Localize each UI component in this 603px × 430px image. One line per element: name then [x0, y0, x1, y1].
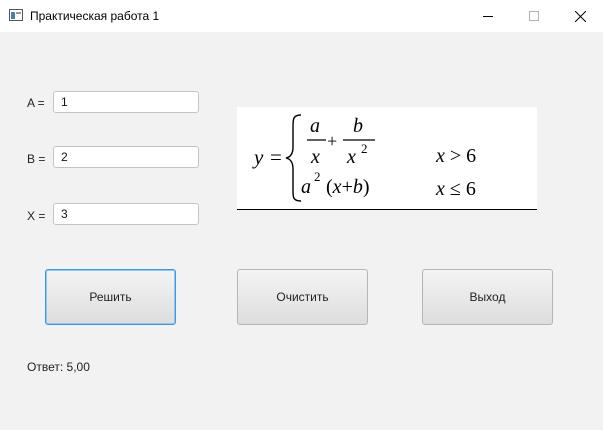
answer-value: 5,00 — [66, 360, 90, 374]
app-icon — [9, 9, 23, 21]
input-b[interactable] — [53, 146, 199, 168]
input-x[interactable] — [53, 203, 199, 225]
svg-text:+: + — [327, 131, 337, 151]
answer-line: Ответ: 5,00 — [27, 360, 90, 374]
close-button[interactable] — [557, 0, 603, 32]
label-a: A = — [27, 96, 45, 110]
svg-text:2: 2 — [361, 141, 368, 156]
svg-text:(x+b): (x+b) — [326, 176, 370, 198]
svg-text:a: a — [310, 115, 320, 137]
svg-text:2: 2 — [314, 169, 321, 184]
svg-text:x: x — [310, 146, 320, 168]
label-x: X = — [27, 209, 46, 223]
clear-button[interactable]: Очистить — [237, 269, 368, 325]
solve-button[interactable]: Решить — [45, 269, 176, 325]
svg-text:x > 6: x > 6 — [435, 145, 476, 167]
minimize-icon — [483, 16, 493, 17]
title-bar: Практическая работа 1 — [0, 0, 603, 32]
maximize-button[interactable] — [511, 0, 557, 32]
minimize-button[interactable] — [465, 0, 511, 32]
exit-button[interactable]: Выход — [422, 269, 553, 325]
svg-text:y: y — [252, 145, 264, 169]
input-a[interactable] — [53, 91, 199, 113]
main-panel: A = B = X = y = a x b x + 2 x > 6 — [0, 32, 603, 430]
maximize-icon — [529, 11, 539, 21]
close-icon — [574, 10, 586, 22]
svg-text:=: = — [270, 145, 282, 169]
formula-image: y = a x b x + 2 x > 6 a 2 (x+b) x ≤ 6 — [237, 107, 537, 210]
svg-text:x ≤ 6: x ≤ 6 — [435, 178, 476, 200]
svg-text:x: x — [346, 146, 356, 168]
answer-label: Ответ: — [27, 360, 64, 374]
window-title: Практическая работа 1 — [30, 9, 160, 23]
svg-text:a: a — [301, 176, 311, 198]
label-b: B = — [27, 152, 46, 166]
svg-text:b: b — [353, 115, 363, 137]
